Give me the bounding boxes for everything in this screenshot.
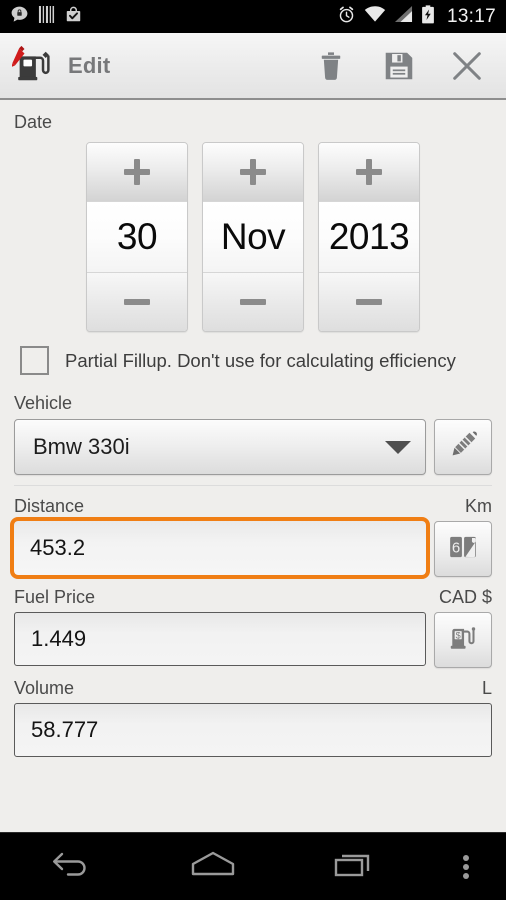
date-picker: 30 Nov 2013	[8, 142, 498, 332]
svg-text:6: 6	[452, 539, 460, 556]
delete-button[interactable]	[314, 46, 348, 86]
distance-input[interactable]: 453.2	[10, 517, 430, 579]
status-bar-clock: 13:17	[446, 5, 496, 27]
plus-icon	[124, 159, 150, 185]
back-icon	[50, 849, 92, 884]
day-decrement-button[interactable]	[87, 273, 187, 331]
plus-icon	[240, 159, 266, 185]
nav-home-button[interactable]	[142, 833, 284, 900]
minus-icon	[124, 299, 150, 305]
vehicle-label: Vehicle	[14, 393, 73, 413]
overflow-menu-icon	[463, 852, 469, 882]
date-label: Date	[14, 112, 53, 132]
fuel-price-label-row: Fuel Price CAD $	[8, 577, 498, 612]
distance-label: Distance	[14, 496, 85, 516]
fuel-price-label: Fuel Price	[14, 587, 96, 607]
fuel-price-input[interactable]: 1.449	[14, 612, 426, 666]
status-bar-notifications	[10, 5, 83, 29]
action-bar-buttons	[314, 46, 492, 86]
distance-label-row: Distance Km	[8, 486, 498, 521]
vehicle-select[interactable]: Bmw 330i	[14, 419, 426, 475]
status-bar: 13:17	[0, 0, 506, 33]
save-button[interactable]	[382, 46, 416, 86]
pencil-icon	[448, 430, 478, 465]
recents-icon	[333, 849, 377, 884]
year-decrement-button[interactable]	[319, 273, 419, 331]
distance-unit: Km	[465, 496, 492, 516]
volume-label-row: Volume L	[8, 668, 498, 703]
message-lock-icon	[10, 5, 29, 29]
day-spinner: 30	[86, 142, 188, 332]
nav-back-button[interactable]	[0, 833, 142, 900]
day-increment-button[interactable]	[87, 143, 187, 201]
partial-fillup-row[interactable]: Partial Fillup. Don't use for calculatin…	[8, 332, 498, 381]
edit-vehicle-button[interactable]	[434, 419, 492, 475]
battery-charging-icon	[421, 4, 435, 29]
month-spinner: Nov	[202, 142, 304, 332]
day-value[interactable]: 30	[87, 201, 187, 273]
fuel-pump-dollar-icon: $	[448, 623, 478, 658]
vehicle-selected-value: Bmw 330i	[33, 434, 130, 459]
distance-row: 453.2 6	[8, 517, 498, 579]
year-increment-button[interactable]	[319, 143, 419, 201]
volume-label: Volume	[14, 678, 75, 698]
fuel-price-row: 1.449 $	[8, 612, 498, 668]
volume-unit: L	[481, 678, 492, 698]
year-value[interactable]: 2013	[319, 201, 419, 273]
partial-fillup-checkbox[interactable]	[20, 346, 49, 375]
chevron-down-icon	[385, 440, 411, 454]
app-screen: 13:17 Edit Date 30 Nov 2013 Partial Fill…	[0, 0, 506, 900]
status-bar-system: 13:17	[337, 4, 496, 29]
fuel-pump-pencil-icon[interactable]	[11, 42, 54, 89]
vehicle-row: Bmw 330i	[8, 419, 498, 475]
nav-overflow-menu-button[interactable]	[426, 833, 506, 900]
wifi-icon	[364, 5, 386, 28]
cellular-signal-icon	[394, 5, 413, 28]
volume-input[interactable]: 58.777	[14, 703, 492, 757]
edit-form: Date 30 Nov 2013 Partial Fillup. Don't u…	[0, 100, 506, 757]
plus-icon	[356, 159, 382, 185]
month-value[interactable]: Nov	[203, 201, 303, 273]
month-increment-button[interactable]	[203, 143, 303, 201]
partial-fillup-label: Partial Fillup. Don't use for calculatin…	[65, 349, 456, 371]
month-decrement-button[interactable]	[203, 273, 303, 331]
home-icon	[189, 849, 237, 884]
barcode-icon	[38, 5, 55, 29]
volume-row: 58.777	[8, 703, 498, 757]
odometer-button[interactable]: 6	[434, 521, 492, 577]
action-bar: Edit	[0, 33, 506, 100]
svg-text:$: $	[456, 630, 461, 640]
alarm-icon	[337, 5, 356, 29]
year-spinner: 2013	[318, 142, 420, 332]
android-nav-bar	[0, 832, 506, 900]
bag-check-icon	[64, 5, 83, 29]
nav-recents-button[interactable]	[284, 833, 426, 900]
close-button[interactable]	[450, 46, 484, 86]
minus-icon	[240, 299, 266, 305]
minus-icon	[356, 299, 382, 305]
fuel-price-unit: CAD $	[438, 587, 492, 607]
page-title: Edit	[68, 52, 111, 78]
fuel-price-picker-button[interactable]: $	[434, 612, 492, 668]
odometer-icon: 6	[448, 532, 478, 567]
